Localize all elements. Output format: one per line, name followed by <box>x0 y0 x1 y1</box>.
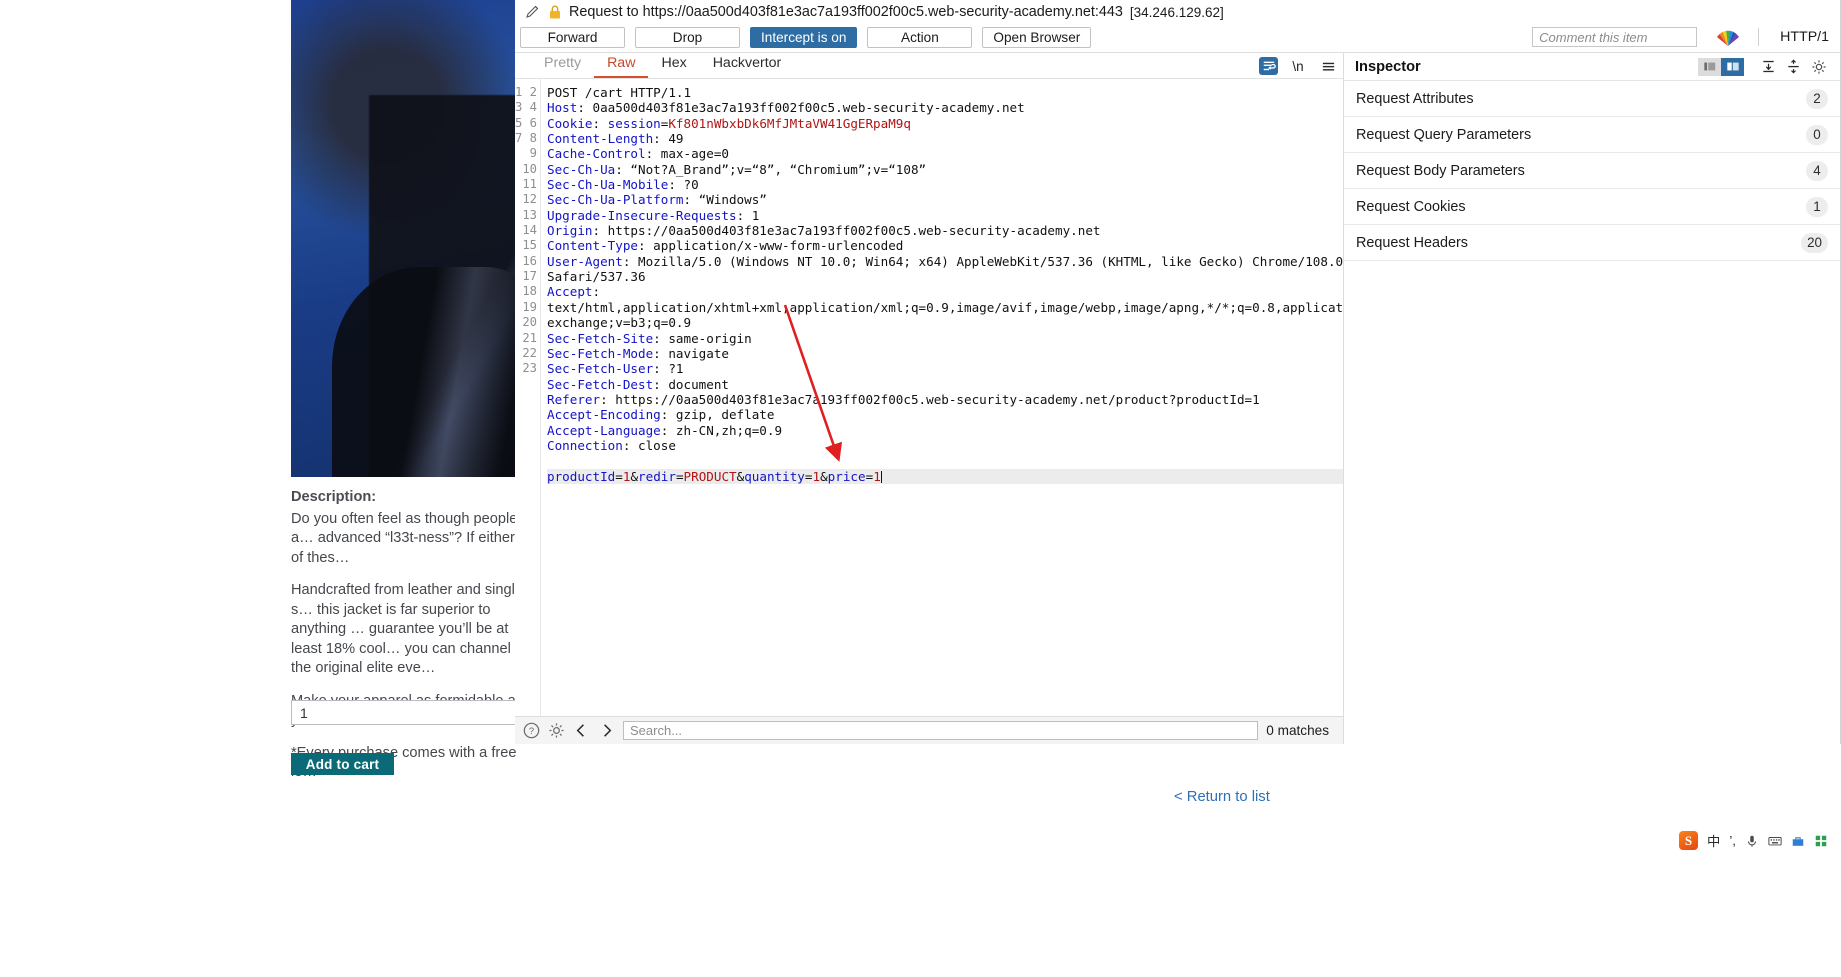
inspector-row-count: 2 <box>1806 88 1828 109</box>
drop-button[interactable]: Drop <box>635 26 740 48</box>
inspector-row-count: 1 <box>1806 196 1828 217</box>
inspector-row[interactable]: Request Cookies 1 <box>1344 189 1840 225</box>
inspector-settings-gear-icon[interactable] <box>1808 57 1829 76</box>
inspector-title: Inspector <box>1355 58 1421 75</box>
search-next-icon[interactable] <box>598 722 615 739</box>
newline-icon[interactable]: \n <box>1288 57 1308 75</box>
microphone-icon[interactable] <box>1745 834 1759 848</box>
quantity-input[interactable] <box>291 700 521 725</box>
inspector-row-label: Request Headers <box>1356 234 1468 251</box>
comment-input[interactable] <box>1532 27 1698 47</box>
toolbox-icon[interactable] <box>1791 834 1805 848</box>
tab-pretty[interactable]: Pretty <box>531 54 594 78</box>
ime-language-mode[interactable]: 中 <box>1707 831 1720 850</box>
ime-toolbar: S 中 ’, <box>1679 831 1828 850</box>
collapse-all-icon[interactable] <box>1783 57 1804 76</box>
inspector-rows: Request Attributes 2 Request Query Paramet… <box>1344 81 1840 261</box>
search-input[interactable] <box>623 721 1259 740</box>
editor-menu-icon[interactable] <box>1318 57 1338 75</box>
product-description: Description: Do you often feel as though… <box>291 488 523 796</box>
request-raw-text[interactable]: POST /cart HTTP/1.1 Host: 0aa500d403f81e3… <box>541 79 1343 716</box>
inspector-row-label: Request Query Parameters <box>1356 126 1532 143</box>
intercept-toggle-button[interactable]: Intercept is on <box>750 26 858 48</box>
inspector-layout-toggle <box>1698 57 1744 76</box>
inspector-row-count: 20 <box>1801 232 1828 253</box>
request-editor-pane: Pretty Raw Hex Hackvertor \n 1 2 3 4 5 6… <box>515 53 1343 744</box>
burp-title-bar: Request to https://0aa500d403f81e3ac7a19… <box>515 0 1840 22</box>
inspector-panel: Inspector Request Attributes 2 Request Q… <box>1343 53 1840 744</box>
rainbow-fan-icon[interactable] <box>1715 27 1741 47</box>
request-title: Request to https://0aa500d403f81e3ac7a19… <box>569 4 1123 20</box>
search-prev-icon[interactable] <box>573 722 590 739</box>
http-version-label: HTTP/1 <box>1780 29 1829 45</box>
inspector-header: Inspector <box>1344 53 1840 81</box>
burp-action-bar: Forward Drop Intercept is on Action Open… <box>515 22 1840 52</box>
return-to-list-link[interactable]: < Return to list <box>1174 789 1270 805</box>
product-image <box>291 0 521 477</box>
inspector-row[interactable]: Request Headers 20 <box>1344 225 1840 261</box>
expand-all-icon[interactable] <box>1758 57 1779 76</box>
newline-glyph: \n <box>1292 58 1304 74</box>
lock-icon <box>550 5 560 19</box>
action-button[interactable]: Action <box>867 26 973 48</box>
layout-wide-button[interactable] <box>1721 57 1744 76</box>
ime-punctuation-mode[interactable]: ’, <box>1729 833 1736 848</box>
inspector-row-label: Request Body Parameters <box>1356 162 1525 179</box>
inspector-row-label: Request Attributes <box>1356 90 1474 107</box>
open-browser-button[interactable]: Open Browser <box>982 26 1092 48</box>
line-number-gutter: 1 2 3 4 5 6 7 8 9 10 11 12 13 14 15 16 1… <box>515 79 541 716</box>
description-title: Description: <box>291 489 377 505</box>
tab-raw[interactable]: Raw <box>594 54 649 78</box>
divider <box>1758 28 1760 46</box>
inspector-row-count: 0 <box>1806 124 1828 145</box>
inspector-row[interactable]: Request Query Parameters 0 <box>1344 117 1840 153</box>
burp-main-split: Pretty Raw Hex Hackvertor \n 1 2 3 4 5 6… <box>515 52 1840 744</box>
tab-hackvertor[interactable]: Hackvertor <box>700 54 795 78</box>
pencil-icon <box>526 5 539 18</box>
request-code-area[interactable]: 1 2 3 4 5 6 7 8 9 10 11 12 13 14 15 16 1… <box>515 79 1343 716</box>
keyboard-icon[interactable] <box>1768 834 1782 848</box>
forward-button[interactable]: Forward <box>520 26 625 48</box>
tab-hex[interactable]: Hex <box>648 54 699 78</box>
apps-grid-icon[interactable] <box>1814 834 1828 848</box>
add-to-cart-button[interactable]: Add to cart <box>291 753 394 775</box>
editor-tabbar: Pretty Raw Hex Hackvertor \n <box>515 53 1343 79</box>
editor-search-bar: ? 0 matches <box>515 716 1343 744</box>
product-image-shoulder <box>332 267 521 477</box>
description-paragraph: Handcrafted from leather and single s… t… <box>291 582 524 676</box>
burp-intercept-window: Request to https://0aa500d403f81e3ac7a19… <box>515 0 1841 744</box>
inspector-row-label: Request Cookies <box>1356 198 1466 215</box>
inspector-row[interactable]: Request Attributes 2 <box>1344 81 1840 117</box>
inspector-row-count: 4 <box>1806 160 1828 181</box>
inspector-row[interactable]: Request Body Parameters 4 <box>1344 153 1840 189</box>
layout-compact-button[interactable] <box>1698 57 1721 76</box>
svg-text:?: ? <box>529 726 534 737</box>
request-ip: [34.246.129.62] <box>1129 4 1224 20</box>
description-paragraph: Do you often feel as though people a… ad… <box>291 510 518 566</box>
word-wrap-icon[interactable] <box>1259 57 1278 75</box>
ime-logo-icon[interactable]: S <box>1679 831 1699 850</box>
search-matches-label: 0 matches <box>1266 723 1329 738</box>
help-icon[interactable]: ? <box>523 722 540 739</box>
settings-gear-icon[interactable] <box>548 722 565 739</box>
